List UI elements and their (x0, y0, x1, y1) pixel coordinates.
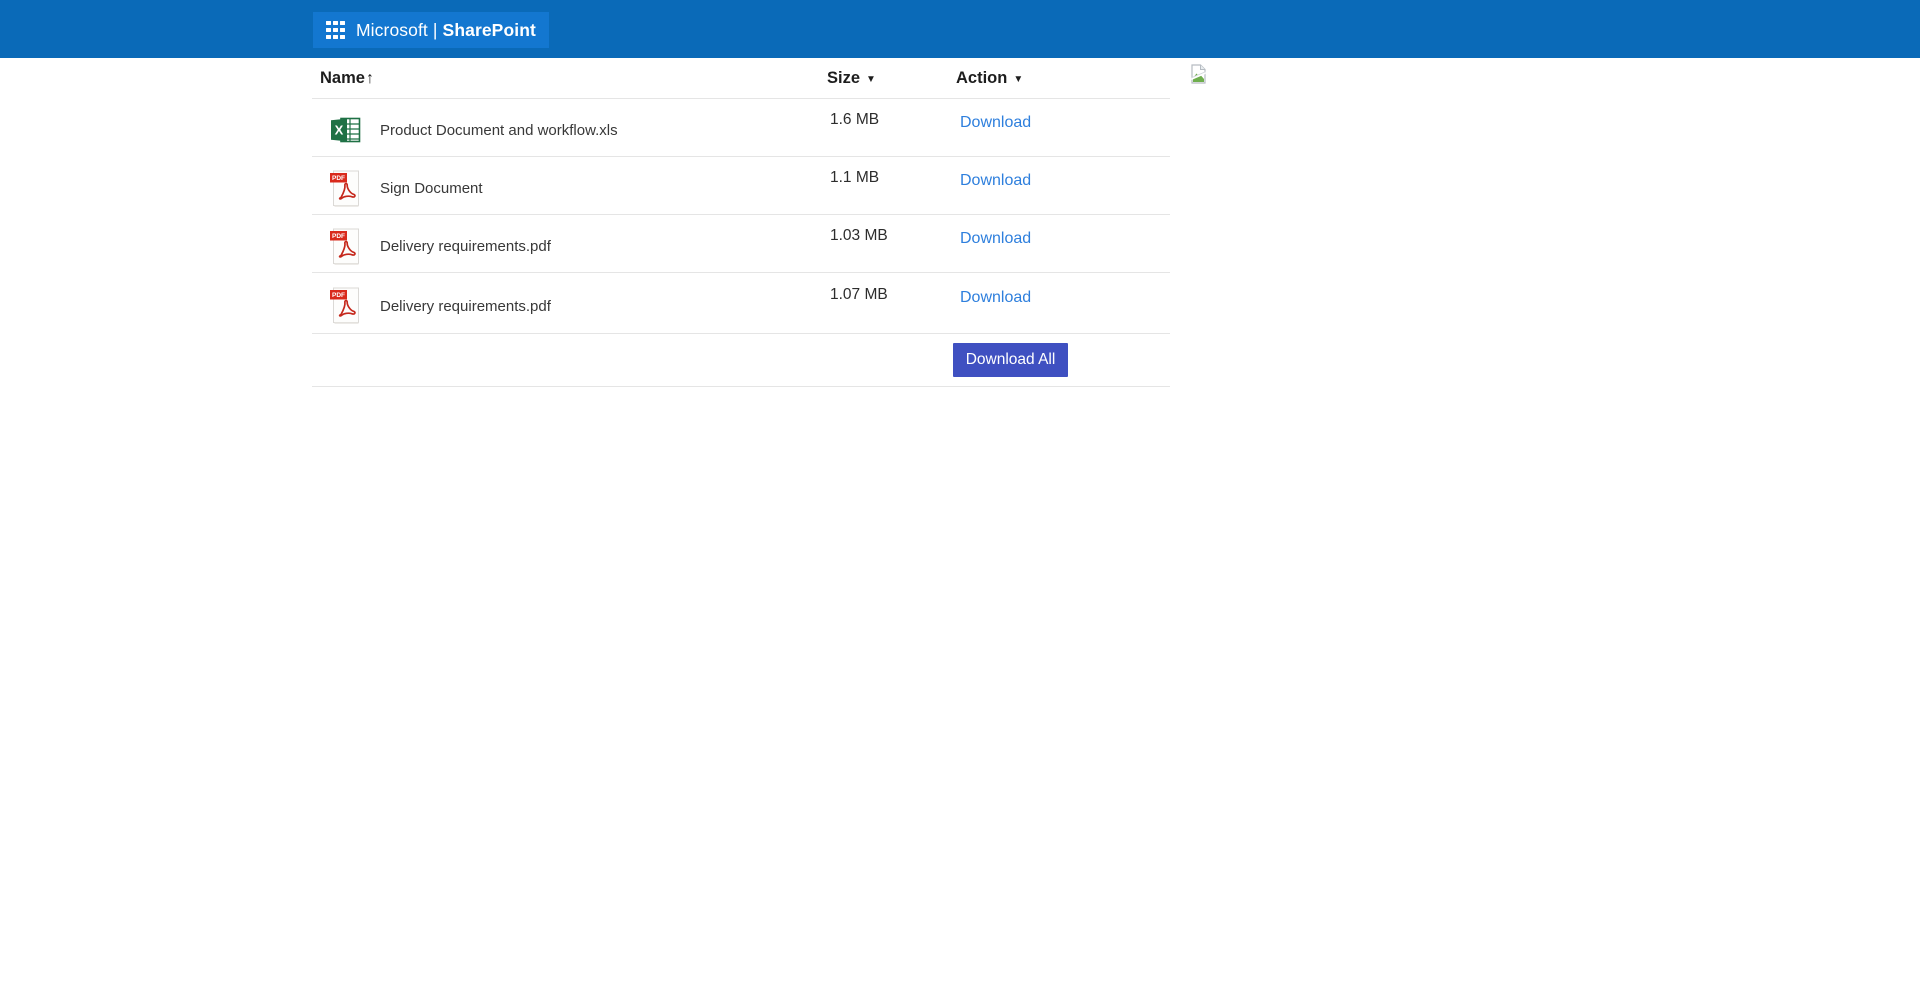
suite-header-bar: Microsoft|SharePoint (0, 0, 1920, 58)
column-label-name: Name (320, 69, 365, 87)
sort-ascending-icon: ↑ (366, 70, 374, 87)
column-header-name[interactable]: Name↑ (312, 69, 827, 88)
file-name: Sign Document (380, 180, 483, 197)
app-launcher-brand-button[interactable]: Microsoft|SharePoint (313, 12, 549, 48)
download-all-row: Download All (312, 334, 1170, 387)
column-label-size: Size (827, 69, 860, 87)
file-name-cell: PDF Delivery requirements.pdf (312, 287, 827, 325)
brand-separator: | (433, 20, 438, 40)
file-action-cell: Download (956, 230, 1170, 248)
column-header-size[interactable]: Size ▼ (827, 69, 956, 88)
download-link[interactable]: Download (956, 114, 1031, 131)
column-header-action[interactable]: Action ▼ (956, 69, 1170, 88)
file-action-cell: Download (956, 114, 1170, 132)
column-label-action: Action (956, 69, 1007, 87)
sort-dropdown-icon-action: ▼ (1013, 74, 1023, 85)
pdf-file-icon: PDF (312, 170, 380, 208)
file-size: 1.03 MB (827, 227, 956, 245)
broken-image-icon (1191, 64, 1206, 84)
file-name: Delivery requirements.pdf (380, 298, 551, 315)
pdf-file-icon: PDF (312, 287, 380, 325)
file-action-cell: Download (956, 289, 1170, 307)
file-name-cell: X Product Document and workflow.xls (312, 117, 827, 144)
brand-microsoft: Microsoft (356, 20, 428, 40)
files-table: Name↑ Size ▼ Action ▼ X Product Document a… (312, 58, 1170, 387)
file-action-cell: Download (956, 172, 1170, 190)
pdf-file-icon: PDF (330, 287, 362, 325)
svg-text:X: X (335, 123, 344, 138)
brand-text: Microsoft|SharePoint (356, 20, 536, 41)
excel-file-icon: X (312, 117, 380, 144)
svg-text:PDF: PDF (332, 233, 345, 240)
brand-product: SharePoint (443, 20, 536, 40)
pdf-file-icon: PDF (312, 228, 380, 266)
file-size: 1.07 MB (827, 286, 956, 304)
svg-text:PDF: PDF (332, 175, 345, 182)
pdf-file-icon: PDF (330, 170, 362, 208)
download-link[interactable]: Download (956, 289, 1031, 306)
sort-dropdown-icon-size: ▼ (866, 74, 876, 85)
file-name-cell: PDF Delivery requirements.pdf (312, 228, 827, 266)
file-table-body: X Product Document and workflow.xls 1.6 … (312, 99, 1170, 334)
pdf-file-icon: PDF (330, 228, 362, 266)
download-all-button[interactable]: Download All (953, 343, 1068, 377)
table-header-row: Name↑ Size ▼ Action ▼ (312, 58, 1170, 99)
file-name: Delivery requirements.pdf (380, 238, 551, 255)
excel-file-icon: X (331, 117, 361, 144)
file-row: PDF Delivery requirements.pdf 1.03 MB Do… (312, 215, 1170, 273)
app-launcher-waffle-icon[interactable] (326, 21, 345, 40)
file-name: Product Document and workflow.xls (380, 122, 618, 139)
file-size: 1.6 MB (827, 111, 956, 129)
svg-text:PDF: PDF (332, 292, 345, 299)
file-name-cell: PDF Sign Document (312, 170, 827, 208)
file-size: 1.1 MB (827, 169, 956, 187)
download-link[interactable]: Download (956, 230, 1031, 247)
file-row: PDF Sign Document 1.1 MB Download (312, 157, 1170, 215)
file-row: X Product Document and workflow.xls 1.6 … (312, 99, 1170, 157)
file-row: PDF Delivery requirements.pdf 1.07 MB Do… (312, 273, 1170, 334)
download-link[interactable]: Download (956, 172, 1031, 189)
